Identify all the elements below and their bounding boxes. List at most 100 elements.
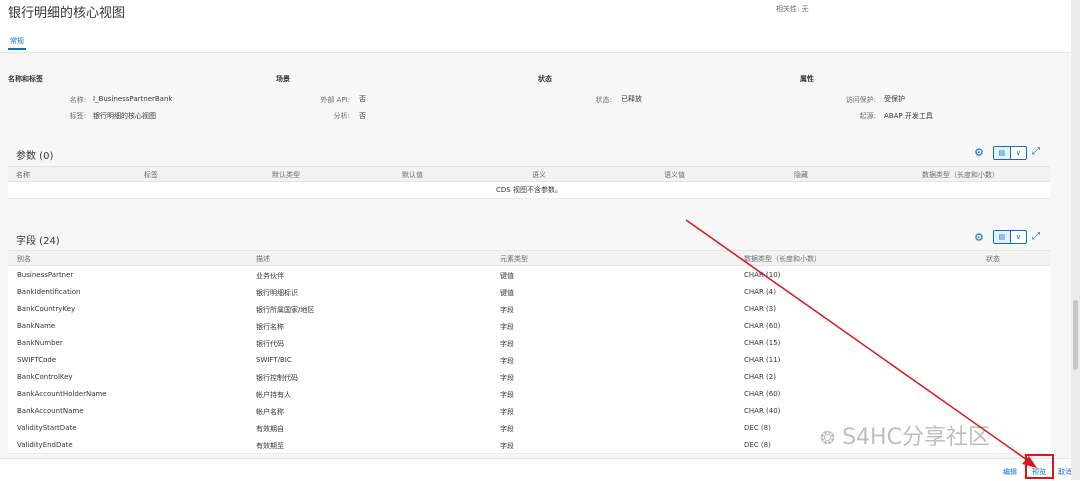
table-cell: 银行名称	[256, 323, 284, 331]
status-value: 已释放	[621, 95, 642, 103]
origin-value: ABAP 开发工具	[884, 112, 933, 120]
section-status: 状态	[538, 75, 552, 83]
table-cell: 字段	[500, 340, 514, 348]
status-label: 状态:	[595, 96, 612, 104]
table-cell: 银行明细标识	[256, 289, 298, 297]
table-row[interactable]: BankName 银行名称 字段 CHAR (60)	[8, 317, 1050, 335]
table-cell: CHAR (40)	[744, 407, 781, 415]
access-protection-value: 受保护	[884, 95, 905, 103]
cancel-button[interactable]: 取消	[1058, 467, 1072, 477]
table-cell: 字段	[500, 442, 514, 450]
column-header: 语义	[532, 171, 546, 179]
chevron-down-icon[interactable]: ∨	[1011, 231, 1027, 243]
table-cell: BankIdentification	[17, 288, 81, 296]
table-row[interactable]: BankAccountHolderName 帐户持有人 字段 CHAR (60)	[8, 385, 1050, 403]
page-title: 银行明细的核心视图	[8, 6, 126, 21]
watermark: ❂ S4HC分享社区	[820, 419, 990, 451]
view-switch-fields[interactable]: ▤ ∨	[993, 230, 1027, 244]
table-cell: CHAR (2)	[744, 373, 776, 381]
table-cell: 字段	[500, 357, 514, 365]
column-header: 别名	[17, 255, 31, 263]
tab-underline	[8, 48, 26, 50]
edit-button[interactable]: 编辑	[1003, 467, 1017, 477]
table-cell: CHAR (60)	[744, 322, 781, 330]
analysis-label: 分析:	[333, 112, 350, 120]
table-cell: DEC (8)	[744, 424, 771, 432]
parameters-table-header: 名称 标签 默认类型 默认值 语义 语义值 隐藏 数据类型（长度和小数）	[8, 166, 1050, 182]
table-cell: 有效期至	[256, 442, 284, 450]
table-cell: SWIFTCode	[17, 356, 57, 364]
page-header: 银行明细的核心视图 相关性: 无 常规	[0, 0, 1080, 53]
table-cell: BankControlKey	[17, 373, 73, 381]
table-cell: 键值	[500, 272, 514, 280]
table-cell: 字段	[500, 323, 514, 331]
origin-label: 起源:	[859, 112, 876, 120]
parameters-title: 参数 (0)	[16, 151, 54, 162]
table-row[interactable]: BankNumber 银行代码 字段 CHAR (15)	[8, 334, 1050, 352]
watermark-text: S4HC分享社区	[842, 425, 990, 450]
table-cell: BankAccountHolderName	[17, 390, 107, 398]
column-header: 数据类型（长度和小数）	[744, 255, 821, 263]
section-attributes: 属性	[800, 75, 814, 83]
tag-label: 标签:	[69, 112, 86, 120]
table-cell: 银行所属国家/地区	[256, 306, 315, 314]
column-header: 默认类型	[272, 171, 300, 179]
table-cell: 字段	[500, 391, 514, 399]
table-cell: 有效期自	[256, 425, 284, 433]
name-value: I_BusinessPartnerBank	[93, 95, 173, 103]
settings-icon[interactable]: ⚙	[974, 146, 984, 159]
table-row[interactable]: BankControlKey 银行控制代码 字段 CHAR (2)	[8, 368, 1050, 386]
view-switch-params[interactable]: ▤ ∨	[993, 146, 1027, 160]
relevance-text: 相关性: 无	[776, 5, 809, 13]
table-cell: SWIFT/BIC	[256, 356, 292, 364]
table-cell: BankNumber	[17, 339, 63, 347]
column-header: 标签	[144, 171, 158, 179]
table-cell: CHAR (11)	[744, 356, 781, 364]
table-cell: 字段	[500, 306, 514, 314]
table-cell: CHAR (3)	[744, 305, 776, 313]
table-cell: 银行代码	[256, 340, 284, 348]
table-cell: 帐户名称	[256, 408, 284, 416]
name-label: 名称:	[69, 96, 86, 104]
table-view-icon[interactable]: ▤	[994, 231, 1011, 243]
scrollbar[interactable]	[1071, 0, 1080, 480]
fullscreen-icon[interactable]: ⤢	[1032, 146, 1040, 157]
scrollbar-thumb[interactable]	[1073, 300, 1078, 370]
table-cell: ValidityStartDate	[17, 424, 77, 432]
table-cell: CHAR (4)	[744, 288, 776, 296]
fields-title: 字段 (24)	[16, 236, 60, 247]
wechat-icon: ❂	[820, 428, 836, 449]
table-cell: CHAR (15)	[744, 339, 781, 347]
table-cell: BankCountryKey	[17, 305, 76, 313]
table-cell: 帐户持有人	[256, 391, 291, 399]
tag-value: 银行明细的核心视图	[93, 112, 156, 120]
table-view-icon[interactable]: ▤	[994, 147, 1011, 159]
table-cell: DEC (8)	[744, 441, 771, 449]
access-protection-label: 访问保护:	[845, 96, 876, 104]
column-header: 隐藏	[794, 171, 808, 179]
column-header: 名称	[16, 171, 30, 179]
table-cell: 键值	[500, 289, 514, 297]
fields-table-header: 别名 描述 元素类型 数据类型（长度和小数） 状态	[8, 250, 1050, 266]
table-row[interactable]: BankIdentification 银行明细标识 键值 CHAR (4)	[8, 283, 1050, 301]
table-row[interactable]: SWIFTCode SWIFT/BIC 字段 CHAR (11)	[8, 351, 1050, 369]
column-header: 描述	[256, 255, 270, 263]
column-header: 状态	[986, 255, 1000, 263]
external-api-value: 否	[359, 95, 366, 103]
table-cell: 字段	[500, 374, 514, 382]
table-cell: 字段	[500, 408, 514, 416]
parameters-empty-text: CDS 视图不含参数。	[8, 182, 1050, 199]
table-row[interactable]: BusinessPartner 业务伙伴 键值 CHAR (10)	[8, 266, 1050, 284]
settings-icon[interactable]: ⚙	[974, 231, 984, 244]
tab-general[interactable]: 常规	[10, 36, 24, 46]
fullscreen-icon[interactable]: ⤢	[1032, 231, 1040, 242]
table-cell: CHAR (60)	[744, 390, 781, 398]
table-cell: ValidityEndDate	[17, 441, 73, 449]
table-cell: BankName	[17, 322, 56, 330]
table-row[interactable]: BankCountryKey 银行所属国家/地区 字段 CHAR (3)	[8, 300, 1050, 318]
column-header: 默认值	[402, 171, 423, 179]
chevron-down-icon[interactable]: ∨	[1011, 147, 1027, 159]
table-row[interactable]: BankAccountName 帐户名称 字段 CHAR (40)	[8, 402, 1050, 420]
footer-bar: 编辑 预览 取消	[0, 458, 1080, 481]
column-header: 元素类型	[500, 255, 528, 263]
